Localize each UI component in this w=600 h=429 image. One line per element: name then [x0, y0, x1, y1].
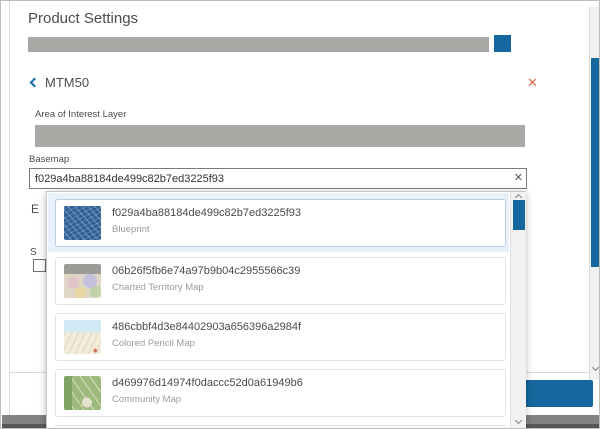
community-map-thumbnail: [64, 376, 101, 410]
option-name: Blueprint: [112, 224, 150, 235]
clear-icon: ✕: [514, 172, 523, 184]
aoi-redacted-field[interactable]: [35, 125, 525, 147]
option-name: Colored Pencil Map: [112, 338, 195, 349]
chevron-down-icon: [592, 364, 599, 371]
basemap-option[interactable]: d469976d14974f0daccc52d0a61949b6 Communi…: [55, 369, 506, 417]
clear-input-button[interactable]: ✕: [514, 171, 523, 184]
basemap-option[interactable]: f029a4ba88184de499c82b7ed3225f93 Bluepri…: [55, 199, 506, 247]
chevron-left-icon: [30, 78, 40, 88]
product-settings-window: Product Settings MTM50 ✕ Area of Interes…: [0, 0, 600, 429]
clipped-label-s: S: [30, 247, 37, 258]
charted-territory-thumbnail: [64, 264, 101, 298]
back-label: MTM50: [45, 75, 89, 90]
partial-checkbox[interactable]: [33, 259, 46, 272]
aoi-label: Area of Interest Layer: [35, 109, 126, 120]
outer-scrollbar[interactable]: [589, 7, 600, 380]
redacted-title-field: [28, 37, 489, 52]
basemap-input-wrap: ✕: [29, 168, 527, 189]
blue-accent-button[interactable]: [494, 35, 511, 52]
option-id: d469976d14974f0daccc52d0a61949b6: [112, 377, 303, 389]
clipped-label-e: E: [31, 202, 39, 216]
basemap-option-partial[interactable]: [55, 425, 506, 429]
option-name: Charted Territory Map: [112, 282, 204, 293]
option-id: f029a4ba88184de499c82b7ed3225f93: [112, 207, 301, 219]
modal-left-border: [9, 1, 10, 415]
dropdown-scrollbar-thumb[interactable]: [513, 200, 525, 230]
basemap-option[interactable]: 486cbbf4d3e84402903a656396a2984f Colored…: [55, 313, 506, 361]
blueprint-thumbnail: [64, 206, 101, 240]
dropdown-scrollbar[interactable]: [510, 192, 526, 429]
basemap-option[interactable]: 06b26f5fb6e74a97b9b04c2955566c39 Charted…: [55, 257, 506, 305]
basemap-dropdown: f029a4ba88184de499c82b7ed3225f93 Bluepri…: [46, 191, 526, 429]
outer-scrollbar-thumb[interactable]: [591, 58, 600, 267]
option-id: 06b26f5fb6e74a97b9b04c2955566c39: [112, 265, 300, 277]
option-id: 486cbbf4d3e84402903a656396a2984f: [112, 321, 301, 333]
close-button[interactable]: ✕: [525, 73, 540, 93]
close-icon: ✕: [527, 75, 538, 90]
colored-pencil-thumbnail: [64, 320, 101, 354]
basemap-label: Basemap: [29, 154, 69, 165]
basemap-input[interactable]: [29, 168, 527, 189]
primary-action-button[interactable]: [524, 380, 593, 407]
page-title: Product Settings: [28, 10, 138, 27]
back-button[interactable]: MTM50: [31, 75, 89, 90]
chevron-down-icon: [515, 417, 522, 424]
option-name: Community Map: [112, 394, 181, 405]
